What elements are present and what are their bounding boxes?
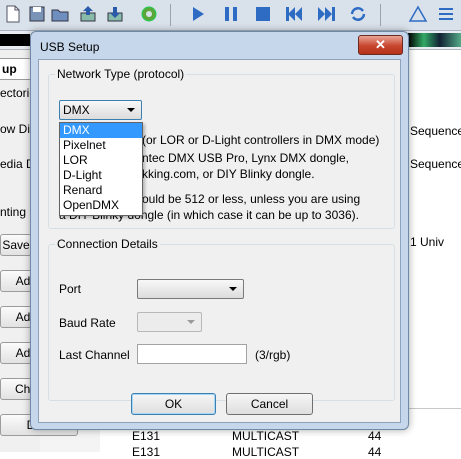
description-line: ntec DMX USB Pro, Lynx DMX dongle, [142,151,349,165]
protocol-cell: E131 [132,445,161,459]
close-button[interactable]: ✕ [358,35,403,55]
network-type-legend: Network Type (protocol) [57,67,185,81]
network-type-value: DMX [63,103,90,117]
stop-icon[interactable] [253,4,273,24]
cancel-button[interactable]: Cancel [226,393,313,415]
description-cell: Sequence [410,124,461,138]
row-label: nting [0,205,27,219]
port-label: Port [59,282,82,296]
dropdown-option-renard[interactable]: Renard [60,183,142,198]
dialog-title: USB Setup [40,40,100,54]
network-grid-right: Sequence Sequence 1 Univ [405,50,461,452]
row-label: ow Di [0,122,31,136]
pause-icon[interactable] [221,4,241,24]
dropdown-option-dmx[interactable]: DMX [60,123,142,138]
fast-forward-icon[interactable] [316,4,336,24]
dropdown-option-pixelnet[interactable]: Pixelnet [60,138,142,153]
color-swatch[interactable] [0,34,30,46]
main-toolbar [0,0,461,31]
download-icon[interactable] [105,4,125,24]
last-channel-label: Last Channel [59,348,130,362]
baud-rate-label: Baud Rate [59,316,116,330]
channel-count-cell: 44 [368,429,382,443]
dropdown-option-d-light[interactable]: D-Light [60,168,142,183]
toolbar-separator [170,4,171,26]
open-folder-icon[interactable] [50,4,70,24]
effects-icon[interactable] [436,4,456,24]
mode-cell: MULTICAST [232,429,300,443]
upload-icon[interactable] [78,4,98,24]
chevron-down-icon [229,287,237,291]
description-cell: Sequence [410,157,461,171]
mode-cell: MULTICAST [232,445,300,459]
preview-thumbnail [408,33,461,47]
network-type-select[interactable]: DMX [59,100,142,120]
connection-details-legend: Connection Details [57,237,158,251]
waveform-icon[interactable] [408,4,428,24]
description-line: kking.com, or DIY Blinky dongle. [142,167,315,181]
chevron-down-icon [187,320,195,324]
dropdown-option-lor[interactable]: LOR [60,153,142,168]
channel-count-cell: 44 [368,445,382,459]
baud-rate-select[interactable] [137,312,202,332]
toolbar-separator [380,4,381,26]
save-button[interactable]: Save [0,234,32,256]
repeat-icon[interactable] [348,4,368,24]
universe-cell: 1 Univ [410,235,445,249]
protocol-cell: E131 [132,429,161,443]
port-select[interactable] [137,279,244,299]
ok-button[interactable]: OK [131,393,216,415]
dropdown-option-opendmx[interactable]: OpenDMX [60,198,142,213]
usb-setup-dialog: USB Setup ✕ Network Type (protocol) DMX … [30,31,409,430]
chevron-down-icon [127,108,135,112]
settings-gear-icon[interactable] [139,4,159,24]
rewind-icon[interactable] [284,4,304,24]
last-channel-input[interactable] [137,344,247,364]
description-line: (or LOR or D-Light controllers in DMX mo… [142,133,380,147]
description-line: ould be 512 or less, unless you are usin… [142,192,361,206]
network-type-dropdown-list: DMX Pixelnet LOR D-Light Renard OpenDMX [59,122,143,216]
new-file-icon[interactable] [3,4,23,24]
dialog-client-area: Network Type (protocol) DMX (or LOR or D… [38,59,401,423]
save-file-icon[interactable] [27,4,47,24]
last-channel-hint: (3/rgb) [255,348,291,362]
play-icon[interactable] [188,4,208,24]
